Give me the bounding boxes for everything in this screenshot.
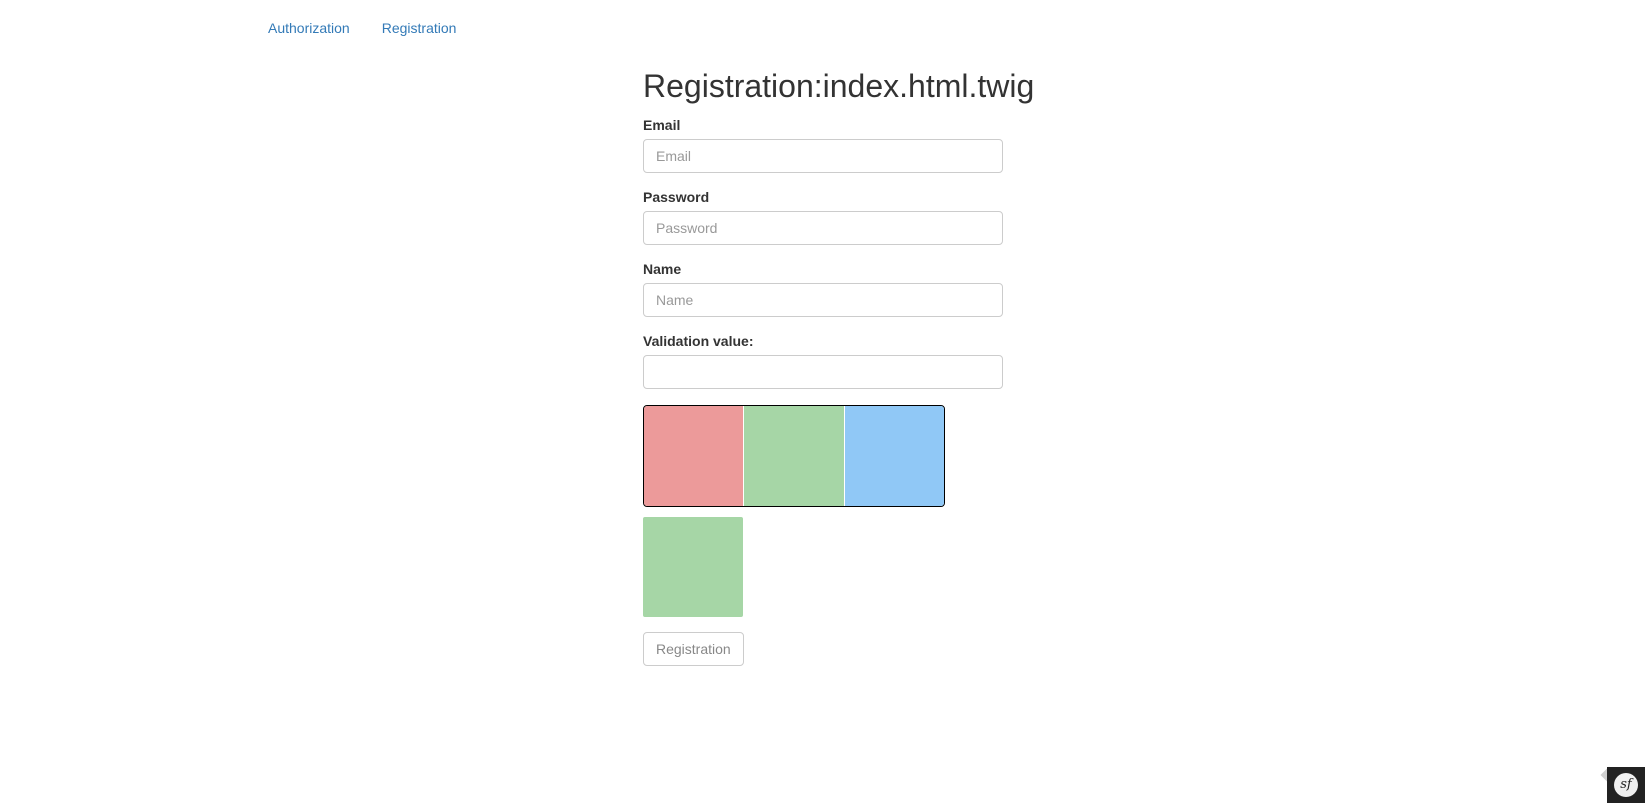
password-field[interactable]	[643, 211, 1003, 245]
nav-link-authorization[interactable]: Authorization	[268, 20, 350, 36]
name-field[interactable]	[643, 283, 1003, 317]
color-choice-strip	[643, 405, 945, 507]
email-label: Email	[643, 117, 681, 133]
registration-form: Registration:index.html.twig Email Passw…	[643, 66, 1035, 666]
selected-color-swatch	[643, 517, 743, 617]
name-label: Name	[643, 261, 682, 277]
password-label: Password	[643, 189, 710, 205]
swatch-green[interactable]	[743, 406, 844, 506]
nav-link-registration[interactable]: Registration	[382, 20, 457, 36]
email-field[interactable]	[643, 139, 1003, 173]
page-title: Registration:index.html.twig	[643, 68, 1035, 104]
top-nav: Authorization Registration	[268, 20, 456, 36]
symfony-debug-toolbar[interactable]: sf	[1607, 767, 1645, 803]
symfony-logo-icon: sf	[1614, 773, 1638, 797]
swatch-blue[interactable]	[843, 406, 944, 506]
registration-submit-button[interactable]: Registration	[643, 632, 744, 666]
swatch-red[interactable]	[644, 406, 744, 506]
validation-value-label: Validation value:	[643, 333, 754, 349]
validation-value-field[interactable]	[643, 355, 1003, 389]
